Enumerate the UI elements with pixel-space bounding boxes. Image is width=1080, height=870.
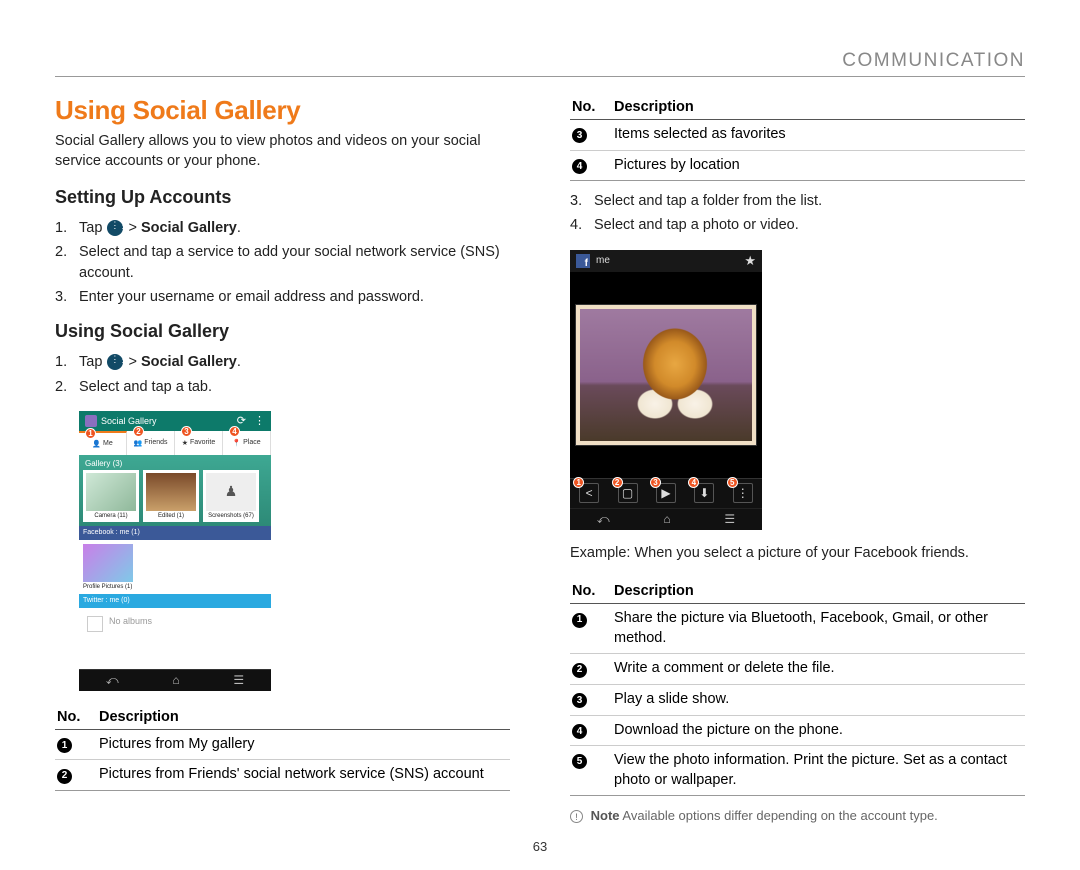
share-button: 1<: [579, 483, 599, 503]
home-icon: ⌂: [172, 673, 179, 687]
table-bottom-right: No. Description 1Share the picture via B…: [570, 579, 1025, 796]
th-no: No.: [55, 705, 97, 730]
step-4r: 4. Select and tap a photo or video.: [570, 215, 1025, 235]
using-steps: 1. Tap > Social Gallery. 2. Select and t…: [55, 352, 510, 397]
note: ! Note Available options differ dependin…: [570, 808, 1025, 825]
step-3: 3. Enter your username or email address …: [55, 287, 510, 307]
dog-photo: [576, 305, 756, 445]
row-num: 1: [572, 613, 587, 628]
apps-icon: [107, 354, 123, 370]
right-column: No. Description 3 Items selected as favo…: [570, 95, 1025, 825]
step-1: 1. Tap > Social Gallery.: [55, 218, 510, 238]
intro-text: Social Gallery allows you to view photos…: [55, 132, 510, 171]
row-num: 3: [572, 128, 587, 143]
star-icon: ★: [182, 439, 188, 447]
row-num: 4: [572, 159, 587, 174]
info-icon: !: [570, 810, 583, 823]
table-row: 5View the photo information. Print the p…: [570, 746, 1025, 796]
photo-topbar: me ★: [570, 250, 762, 272]
toolbar: 1< 2▢ 3▶ 4⬇ 5⋮: [570, 478, 762, 508]
row-num: 5: [572, 754, 587, 769]
nav-bar: ⤺ ⌂ ☰: [570, 508, 762, 530]
gallery-section: Gallery (3) Camera (11) Edited (1) ♟Scre…: [79, 455, 271, 526]
empty-row: No albums: [79, 608, 271, 669]
download-button: 4⬇: [694, 483, 714, 503]
using-title: Using Social Gallery: [55, 321, 510, 342]
refresh-icon: ⟳: [237, 414, 246, 427]
nav-bar: ⤺ ⌂ ☰: [79, 669, 271, 691]
th-desc: Description: [612, 579, 1025, 604]
recent-icon: ☰: [233, 673, 244, 687]
profile-picture-thumb: [83, 544, 133, 582]
using-step-2: 2. Select and tap a tab.: [55, 377, 510, 397]
table-row: 4Download the picture on the phone.: [570, 715, 1025, 746]
table-row: 1 Pictures from My gallery: [55, 729, 510, 760]
using-step-1: 1. Tap > Social Gallery.: [55, 352, 510, 372]
right-steps: 3. Select and tap a folder from the list…: [570, 191, 1025, 236]
table-top-right: No. Description 3 Items selected as favo…: [570, 95, 1025, 181]
row-num: 1: [57, 738, 72, 753]
tab-friends: 2 👥Friends: [127, 431, 175, 455]
app-icon: [85, 415, 97, 427]
example-text: Example: When you select a picture of yo…: [570, 544, 1025, 564]
home-icon: ⌂: [663, 512, 670, 526]
section-name: COMMUNICATION: [842, 50, 1025, 72]
more-button: 5⋮: [733, 483, 753, 503]
left-column: Using Social Gallery Social Gallery allo…: [55, 95, 510, 825]
page-number: 63: [533, 839, 547, 854]
apps-icon: [107, 220, 123, 236]
table-left: No. Description 1 Pictures from My galle…: [55, 705, 510, 791]
menu-icon: ⋮: [254, 414, 265, 427]
table-row: 4 Pictures by location: [570, 150, 1025, 181]
thumb-edited: Edited (1): [143, 470, 199, 522]
ghost-icon: [87, 616, 103, 632]
table-row: 2Write a comment or delete the file.: [570, 654, 1025, 685]
step-3r: 3. Select and tap a folder from the list…: [570, 191, 1025, 211]
slideshow-button: 3▶: [656, 483, 676, 503]
main-title: Using Social Gallery: [55, 95, 510, 126]
callout-1: 1: [85, 428, 96, 439]
callout-3: 3: [181, 426, 192, 437]
table-row: 3 Items selected as favorites: [570, 120, 1025, 151]
table-row: 1Share the picture via Bluetooth, Facebo…: [570, 604, 1025, 654]
row-num: 4: [572, 724, 587, 739]
table-row: 2 Pictures from Friends' social network …: [55, 760, 510, 791]
star-icon: ★: [744, 253, 756, 269]
th-desc: Description: [97, 705, 510, 730]
twitter-row: Twitter : me (0): [79, 594, 271, 608]
facebook-icon: [576, 254, 590, 268]
pin-icon: 📍: [232, 439, 241, 447]
page-header: COMMUNICATION: [55, 50, 1025, 77]
th-desc: Description: [612, 95, 1025, 120]
back-icon: ⤺: [106, 673, 119, 688]
callout-4: 4: [229, 426, 240, 437]
photo-area: [570, 272, 762, 478]
tabs-row: 1 👤Me 2 👥Friends 3 ★Favorite 4 📍Place: [79, 431, 271, 455]
row-num: 2: [57, 769, 72, 784]
people-icon: 👥: [133, 439, 142, 447]
tab-place: 4 📍Place: [223, 431, 271, 455]
step-2: 2. Select and tap a service to add your …: [55, 242, 510, 283]
facebook-row: Facebook : me (1): [79, 526, 271, 540]
back-icon: ⤺: [597, 512, 610, 527]
thumb-screenshots: ♟Screenshots (67): [203, 470, 259, 522]
row-num: 2: [572, 663, 587, 678]
tab-me: 1 👤Me: [79, 431, 127, 455]
screenshot-photo: me ★ 1< 2▢ 3▶ 4⬇ 5⋮ ⤺ ⌂ ☰: [570, 250, 762, 530]
row-num: 3: [572, 693, 587, 708]
table-row: 3Play a slide show.: [570, 684, 1025, 715]
setup-title: Setting Up Accounts: [55, 187, 510, 208]
th-no: No.: [570, 579, 612, 604]
tab-favorite: 3 ★Favorite: [175, 431, 223, 455]
callout-2: 2: [133, 426, 144, 437]
th-no: No.: [570, 95, 612, 120]
setup-steps: 1. Tap > Social Gallery. 2. Select and t…: [55, 218, 510, 307]
comment-button: 2▢: [618, 483, 638, 503]
recent-icon: ☰: [724, 512, 735, 526]
facebook-body: Profile Pictures (1): [79, 540, 271, 594]
app-titlebar: Social Gallery ⟳ ⋮: [79, 411, 271, 431]
person-icon: 👤: [92, 440, 101, 448]
thumb-camera: Camera (11): [83, 470, 139, 522]
screenshot-gallery: Social Gallery ⟳ ⋮ 1 👤Me 2 👥Friends 3 ★F…: [79, 411, 271, 691]
